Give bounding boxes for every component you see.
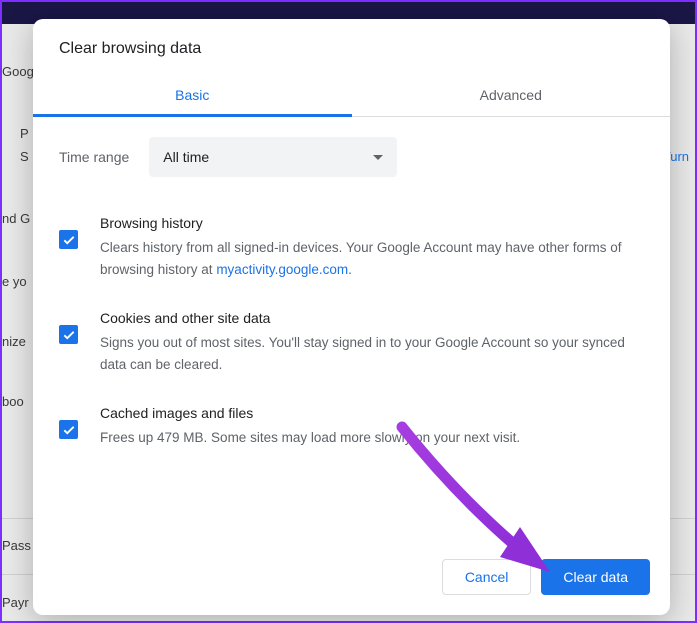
myactivity-link[interactable]: myactivity.google.com: [216, 262, 348, 277]
time-range-value: All time: [163, 149, 209, 165]
tab-advanced[interactable]: Advanced: [352, 74, 671, 116]
option-desc: Clears history from all signed-in device…: [100, 237, 636, 280]
option-title: Cookies and other site data: [100, 310, 636, 326]
checkmark-icon: [62, 423, 76, 437]
cancel-button[interactable]: Cancel: [442, 559, 532, 595]
option-title: Cached images and files: [100, 405, 520, 421]
bg-fragment: Pass: [2, 538, 31, 553]
bg-fragment: Goog: [2, 64, 34, 79]
option-title: Browsing history: [100, 215, 636, 231]
bg-fragment: Payr: [2, 595, 29, 610]
bg-fragment: S: [20, 149, 29, 164]
dialog-content: Time range All time Browsing history Cle…: [33, 117, 670, 543]
checkbox-cookies[interactable]: [59, 325, 78, 344]
bg-fragment: nize: [2, 334, 26, 349]
checkbox-browsing-history[interactable]: [59, 230, 78, 249]
clear-browsing-data-dialog: Clear browsing data Basic Advanced Time …: [33, 19, 670, 615]
checkmark-icon: [62, 233, 76, 247]
dialog-title: Clear browsing data: [33, 19, 670, 74]
option-desc: Signs you out of most sites. You'll stay…: [100, 332, 636, 375]
time-range-select[interactable]: All time: [149, 137, 397, 177]
time-range-row: Time range All time: [59, 137, 644, 177]
bg-fragment: P: [20, 126, 29, 141]
checkmark-icon: [62, 328, 76, 342]
time-range-label: Time range: [59, 149, 129, 165]
dialog-footer: Cancel Clear data: [33, 543, 670, 615]
chevron-down-icon: [373, 155, 383, 160]
option-desc: Frees up 479 MB. Some sites may load mor…: [100, 427, 520, 449]
bg-fragment: e yo: [2, 274, 27, 289]
tab-basic[interactable]: Basic: [33, 74, 352, 116]
bg-fragment: boo: [2, 394, 24, 409]
bg-fragment: nd G: [2, 211, 30, 226]
option-cached: Cached images and files Frees up 479 MB.…: [59, 405, 644, 449]
option-browsing-history: Browsing history Clears history from all…: [59, 215, 644, 280]
checkbox-cached[interactable]: [59, 420, 78, 439]
clear-data-button[interactable]: Clear data: [541, 559, 650, 595]
tab-bar: Basic Advanced: [33, 74, 670, 117]
option-cookies: Cookies and other site data Signs you ou…: [59, 310, 644, 375]
